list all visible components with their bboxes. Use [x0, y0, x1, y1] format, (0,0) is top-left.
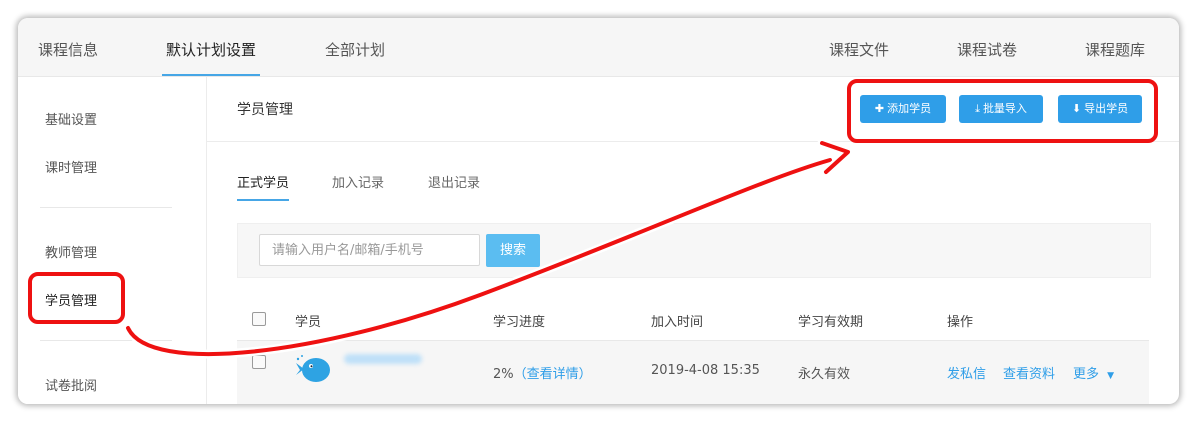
select-all-checkbox[interactable]	[252, 312, 266, 326]
validity-cell: 永久有效	[798, 367, 851, 382]
annotation-highlight-buttons	[847, 79, 1158, 143]
progress-cell: 2%（查看详情）	[493, 363, 592, 382]
tab-question-bank[interactable]: 课程题库	[1085, 18, 1145, 76]
tab-all-plans[interactable]: 全部计划	[325, 18, 385, 76]
row-checkbox[interactable]	[252, 355, 266, 369]
student-name-redacted[interactable]	[344, 354, 422, 364]
search-bar: 搜索	[237, 223, 1151, 278]
app-window: 课程信息 默认计划设置 全部计划 课程文件 课程试卷 课程题库 基础设置 课时管…	[18, 18, 1179, 404]
sidebar-item-lesson-management[interactable]: 课时管理	[45, 157, 97, 176]
avatar[interactable]	[294, 353, 334, 385]
subtab-join-records[interactable]: 加入记录	[332, 172, 384, 191]
progress-value: 2%	[493, 367, 514, 382]
sidebar-item-basic-settings[interactable]: 基础设置	[45, 109, 97, 128]
top-nav: 课程信息 默认计划设置 全部计划 课程文件 课程试卷 课程题库	[18, 18, 1179, 77]
tab-course-files[interactable]: 课程文件	[829, 18, 889, 76]
sidebar-item-exam-review[interactable]: 试卷批阅	[45, 375, 97, 394]
tab-course-exams[interactable]: 课程试卷	[957, 18, 1017, 76]
view-progress-details-link[interactable]: （查看详情）	[514, 367, 592, 382]
more-dropdown[interactable]: 更多 ▼	[1073, 363, 1114, 382]
column-header-joined: 加入时间	[651, 315, 704, 330]
send-message-link[interactable]: 发私信	[947, 363, 986, 382]
table-header: 学员 学习进度 加入时间 学习有效期 操作	[237, 294, 1149, 341]
column-header-student: 学员	[295, 315, 322, 330]
search-input[interactable]	[259, 234, 480, 266]
joined-time-cell: 2019-4-08 15:35	[651, 363, 760, 378]
table-row: 2%（查看详情） 2019-4-08 15:35 永久有效 发私信 查看资料 更…	[237, 341, 1149, 404]
sidebar: 基础设置 课时管理 教师管理 学员管理 试卷批阅	[18, 77, 207, 404]
subtab-exit-records[interactable]: 退出记录	[428, 172, 480, 191]
column-header-validity: 学习有效期	[798, 315, 864, 330]
sub-tabs: 正式学员 加入记录 退出记录	[207, 142, 1179, 222]
annotation-highlight-student-management	[28, 272, 125, 324]
sidebar-item-teacher-management[interactable]: 教师管理	[45, 242, 97, 261]
search-button[interactable]: 搜索	[486, 234, 540, 267]
column-header-progress: 学习进度	[493, 315, 546, 330]
view-profile-link[interactable]: 查看资料	[1003, 363, 1055, 382]
sidebar-divider	[40, 207, 172, 208]
tab-course-info[interactable]: 课程信息	[38, 18, 98, 76]
page-title: 学员管理	[237, 102, 293, 118]
subtab-formal-students[interactable]: 正式学员	[237, 172, 290, 201]
tab-default-plan-settings[interactable]: 默认计划设置	[161, 18, 261, 76]
sidebar-divider	[40, 340, 172, 341]
column-header-actions: 操作	[947, 315, 974, 330]
caret-down-icon: ▼	[1107, 371, 1115, 381]
